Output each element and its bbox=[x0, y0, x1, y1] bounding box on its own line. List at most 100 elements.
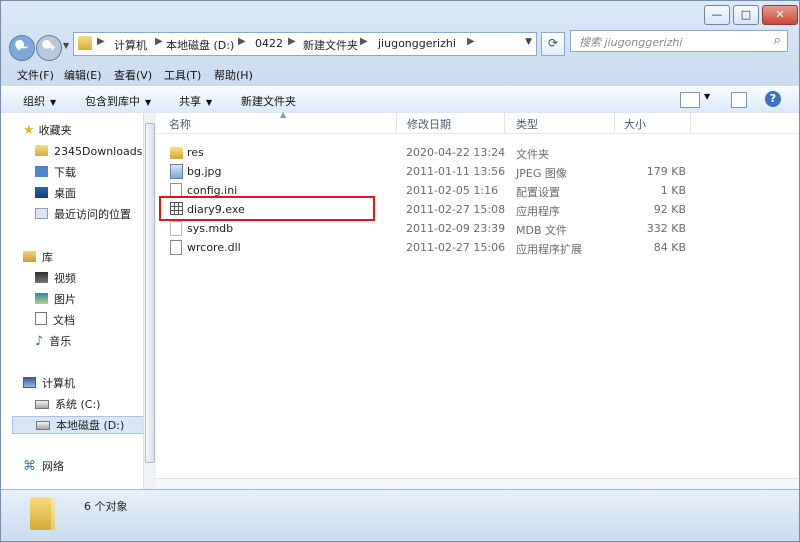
breadcrumb-separator-icon[interactable]: ▶ bbox=[360, 36, 368, 47]
file-name: wrcore.dll bbox=[187, 241, 241, 254]
file-date: 2011-02-05 1:16 bbox=[406, 184, 499, 197]
file-type: 应用程序 bbox=[516, 205, 560, 218]
sidebar-favorites[interactable]: ★ 收藏夹 bbox=[23, 122, 72, 140]
new-folder-button[interactable]: 新建文件夹 bbox=[241, 93, 296, 109]
breadcrumb-jiugonggerizhi[interactable]: jiugonggerizhi bbox=[378, 37, 456, 50]
file-type: 应用程序扩展 bbox=[516, 243, 582, 256]
sidebar-network[interactable]: ⌘ 网络 bbox=[23, 458, 64, 476]
breadcrumb-separator-icon[interactable]: ▶ bbox=[467, 36, 475, 47]
sidebar-network-label: 网络 bbox=[42, 460, 64, 473]
menu-tools[interactable]: 工具(T) bbox=[164, 67, 201, 83]
menu-file[interactable]: 文件(F) bbox=[17, 67, 54, 83]
sidebar-item-label: 系统 (C:) bbox=[55, 398, 101, 411]
address-bar[interactable]: ▶ 计算机 ▶ 本地磁盘 (D:) ▶ 0422 ▶ 新建文件夹 ▶ jiugo… bbox=[73, 32, 537, 56]
sidebar-libraries[interactable]: 库 bbox=[23, 249, 53, 267]
computer-icon bbox=[23, 377, 36, 388]
preview-pane-icon[interactable] bbox=[731, 92, 747, 108]
help-icon[interactable]: ? bbox=[765, 91, 781, 107]
change-view-icon[interactable] bbox=[680, 92, 700, 108]
share-button[interactable]: 共享 ▼ bbox=[179, 93, 212, 109]
sort-indicator-icon: ▲ bbox=[280, 110, 287, 119]
window-top-frame: — □ ✕ ← → ▼ ▶ 计算机 ▶ 本地磁盘 (D:) ▶ 0422 ▶ 新… bbox=[1, 1, 799, 114]
column-header-type[interactable]: 类型 bbox=[516, 116, 538, 132]
file-size: 179 KB bbox=[646, 165, 686, 178]
sidebar-item-recent[interactable]: 最近访问的位置 bbox=[35, 206, 131, 224]
sidebar-item-label: 最近访问的位置 bbox=[54, 208, 131, 221]
breadcrumb-separator-icon[interactable]: ▶ bbox=[288, 36, 296, 47]
star-icon: ★ bbox=[23, 123, 35, 138]
column-separator[interactable] bbox=[396, 113, 397, 133]
file-type: 配置设置 bbox=[516, 186, 560, 199]
breadcrumb-separator-icon[interactable]: ▶ bbox=[238, 36, 246, 47]
refresh-button[interactable]: ⟳ bbox=[541, 32, 565, 56]
recent-pages-dropdown-icon[interactable]: ▼ bbox=[63, 41, 69, 50]
jpg-file-icon bbox=[170, 164, 183, 179]
back-button[interactable]: ← bbox=[9, 35, 35, 61]
pictures-icon bbox=[35, 293, 48, 304]
file-list-pane: ▲ 名称 修改日期 类型 大小 res 2020-04-22 13:24 文件夹… bbox=[156, 110, 799, 489]
menu-view[interactable]: 查看(V) bbox=[114, 67, 152, 83]
navigation-scrollbar[interactable] bbox=[143, 113, 156, 489]
sidebar-item-videos[interactable]: 视频 bbox=[35, 270, 76, 288]
file-row-res[interactable]: res 2020-04-22 13:24 文件夹 bbox=[156, 143, 696, 162]
sidebar-item-label: 视频 bbox=[54, 272, 76, 285]
breadcrumb-separator-icon[interactable]: ▶ bbox=[97, 36, 105, 47]
column-header-name[interactable]: 名称 bbox=[169, 116, 191, 132]
file-date: 2011-02-27 15:08 bbox=[406, 203, 506, 216]
sidebar-item-d-drive[interactable]: 本地磁盘 (D:) bbox=[12, 416, 152, 434]
include-label: 包含到库中 bbox=[85, 95, 140, 108]
search-box[interactable]: 搜索 jiugonggerizhi ⌕ bbox=[570, 30, 788, 52]
file-size: 332 KB bbox=[646, 222, 686, 235]
view-options-dropdown-icon[interactable]: ▼ bbox=[704, 92, 710, 101]
sidebar-item-2345downloads[interactable]: 2345Downloads bbox=[35, 143, 142, 161]
column-header-size[interactable]: 大小 bbox=[624, 116, 646, 132]
file-row-bg-jpg[interactable]: bg.jpg 2011-01-11 13:56 JPEG 图像 179 KB bbox=[156, 162, 696, 181]
dll-file-icon bbox=[170, 240, 182, 255]
breadcrumb-computer[interactable]: 计算机 bbox=[114, 37, 147, 53]
video-icon bbox=[35, 272, 48, 283]
breadcrumb-0422[interactable]: 0422 bbox=[255, 37, 283, 50]
organize-button[interactable]: 组织 ▼ bbox=[23, 93, 56, 109]
sidebar-computer[interactable]: 计算机 bbox=[23, 375, 75, 393]
file-date: 2011-02-09 23:39 bbox=[406, 222, 506, 235]
sidebar-item-desktop[interactable]: 桌面 bbox=[35, 185, 76, 203]
file-date: 2011-02-27 15:06 bbox=[406, 241, 506, 254]
file-date: 2011-01-11 13:56 bbox=[406, 165, 506, 178]
details-pane: 6 个对象 bbox=[1, 489, 799, 541]
include-in-library-button[interactable]: 包含到库中 ▼ bbox=[85, 93, 151, 109]
file-row-sys-mdb[interactable]: sys.mdb 2011-02-09 23:39 MDB 文件 332 KB bbox=[156, 219, 696, 238]
column-separator[interactable] bbox=[614, 113, 615, 133]
search-icon[interactable]: ⌕ bbox=[774, 33, 781, 48]
column-header-date[interactable]: 修改日期 bbox=[407, 116, 451, 132]
breadcrumb-new-folder[interactable]: 新建文件夹 bbox=[303, 37, 358, 53]
file-size: 1 KB bbox=[660, 184, 686, 197]
sidebar-item-music[interactable]: ♪ 音乐 bbox=[35, 333, 71, 351]
sidebar-item-documents[interactable]: 文档 bbox=[35, 312, 75, 330]
menu-bar: 文件(F) 编辑(E) 查看(V) 工具(T) 帮助(H) bbox=[1, 65, 799, 85]
file-row-wrcore-dll[interactable]: wrcore.dll 2011-02-27 15:06 应用程序扩展 84 KB bbox=[156, 238, 696, 257]
sidebar-item-downloads[interactable]: 下载 bbox=[35, 164, 76, 182]
menu-help[interactable]: 帮助(H) bbox=[214, 67, 253, 83]
scrollbar-thumb[interactable] bbox=[145, 123, 155, 463]
column-separator[interactable] bbox=[690, 113, 691, 133]
address-dropdown-icon[interactable]: ▼ bbox=[525, 37, 532, 47]
sidebar-item-label: 2345Downloads bbox=[54, 145, 143, 158]
maximize-button[interactable]: □ bbox=[733, 5, 759, 25]
desktop-icon bbox=[35, 187, 48, 198]
sidebar-item-pictures[interactable]: 图片 bbox=[35, 291, 76, 309]
sidebar-item-c-drive[interactable]: 系统 (C:) bbox=[35, 396, 100, 414]
breadcrumb-separator-icon[interactable]: ▶ bbox=[155, 36, 163, 47]
file-type: JPEG 图像 bbox=[516, 167, 567, 180]
sidebar-item-label: 音乐 bbox=[49, 335, 72, 348]
column-separator[interactable] bbox=[504, 113, 505, 133]
command-bar: 组织 ▼ 包含到库中 ▼ 共享 ▼ 新建文件夹 ▼ ? bbox=[1, 86, 799, 114]
network-icon: ⌘ bbox=[23, 459, 36, 474]
file-size: 84 KB bbox=[653, 241, 686, 254]
mdb-file-icon bbox=[170, 221, 182, 236]
menu-edit[interactable]: 编辑(E) bbox=[64, 67, 102, 83]
close-button[interactable]: ✕ bbox=[762, 5, 798, 25]
forward-button[interactable]: → bbox=[36, 35, 62, 61]
sidebar-item-label: 桌面 bbox=[54, 187, 76, 200]
minimize-button[interactable]: — bbox=[704, 5, 730, 25]
breadcrumb-d-drive[interactable]: 本地磁盘 (D:) bbox=[166, 37, 234, 53]
